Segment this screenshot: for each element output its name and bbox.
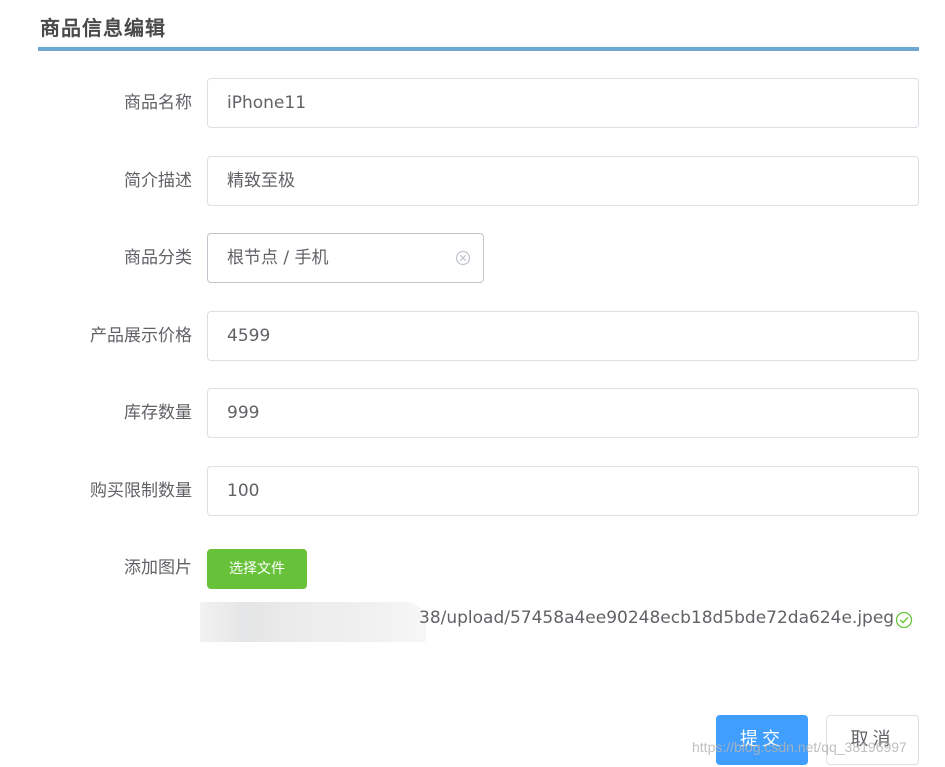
form-row-description: 简介描述 精致至极 [0, 156, 945, 206]
choose-file-button[interactable]: 选择文件 [207, 549, 307, 589]
stock-input[interactable]: 999 [207, 388, 919, 438]
product-edit-dialog: 商品信息编辑 商品名称 iPhone11 简介描述 精致至极 商品分类 根节点 … [0, 0, 945, 767]
form-row-price: 产品展示价格 4599 [0, 311, 945, 361]
form-row-image: 添加图片 [0, 543, 945, 593]
category-cascader-value: 根节点 / 手机 [227, 248, 329, 268]
description-input-value: 精致至极 [227, 171, 295, 191]
description-input[interactable]: 精致至极 [207, 156, 919, 206]
name-input[interactable]: iPhone11 [207, 78, 919, 128]
image-label: 添加图片 [124, 558, 192, 578]
form-row-stock: 库存数量 999 [0, 388, 945, 438]
purchase-limit-label: 购买限制数量 [90, 481, 192, 501]
purchase-limit-input[interactable]: 100 [207, 466, 919, 516]
check-circle-icon [895, 611, 913, 629]
form-row-purchase-limit: 购买限制数量 100 [0, 466, 945, 516]
name-input-value: iPhone11 [227, 93, 307, 113]
watermark: https://blog.csdn.net/qq_38196997 [692, 739, 907, 755]
uploaded-file-name: 38/upload/57458a4ee90248ecb18d5bde72da62… [419, 608, 895, 628]
stock-input-value: 999 [227, 403, 260, 423]
form-row-category: 商品分类 根节点 / 手机 [0, 233, 945, 283]
category-cascader[interactable]: 根节点 / 手机 [207, 233, 484, 283]
dialog-title: 商品信息编辑 [40, 16, 166, 40]
name-label: 商品名称 [124, 93, 192, 113]
price-input[interactable]: 4599 [207, 311, 919, 361]
form-row-name: 商品名称 iPhone11 [0, 78, 945, 128]
description-label: 简介描述 [124, 171, 192, 191]
stock-label: 库存数量 [124, 403, 192, 423]
uploaded-file-item[interactable]: 38/upload/57458a4ee90248ecb18d5bde72da62… [200, 600, 920, 642]
category-label: 商品分类 [124, 248, 192, 268]
clear-icon[interactable] [455, 250, 471, 266]
price-input-value: 4599 [227, 326, 271, 346]
purchase-limit-input-value: 100 [227, 481, 260, 501]
redacted-mask [200, 602, 426, 642]
title-underline [38, 47, 919, 51]
price-label: 产品展示价格 [90, 326, 192, 346]
